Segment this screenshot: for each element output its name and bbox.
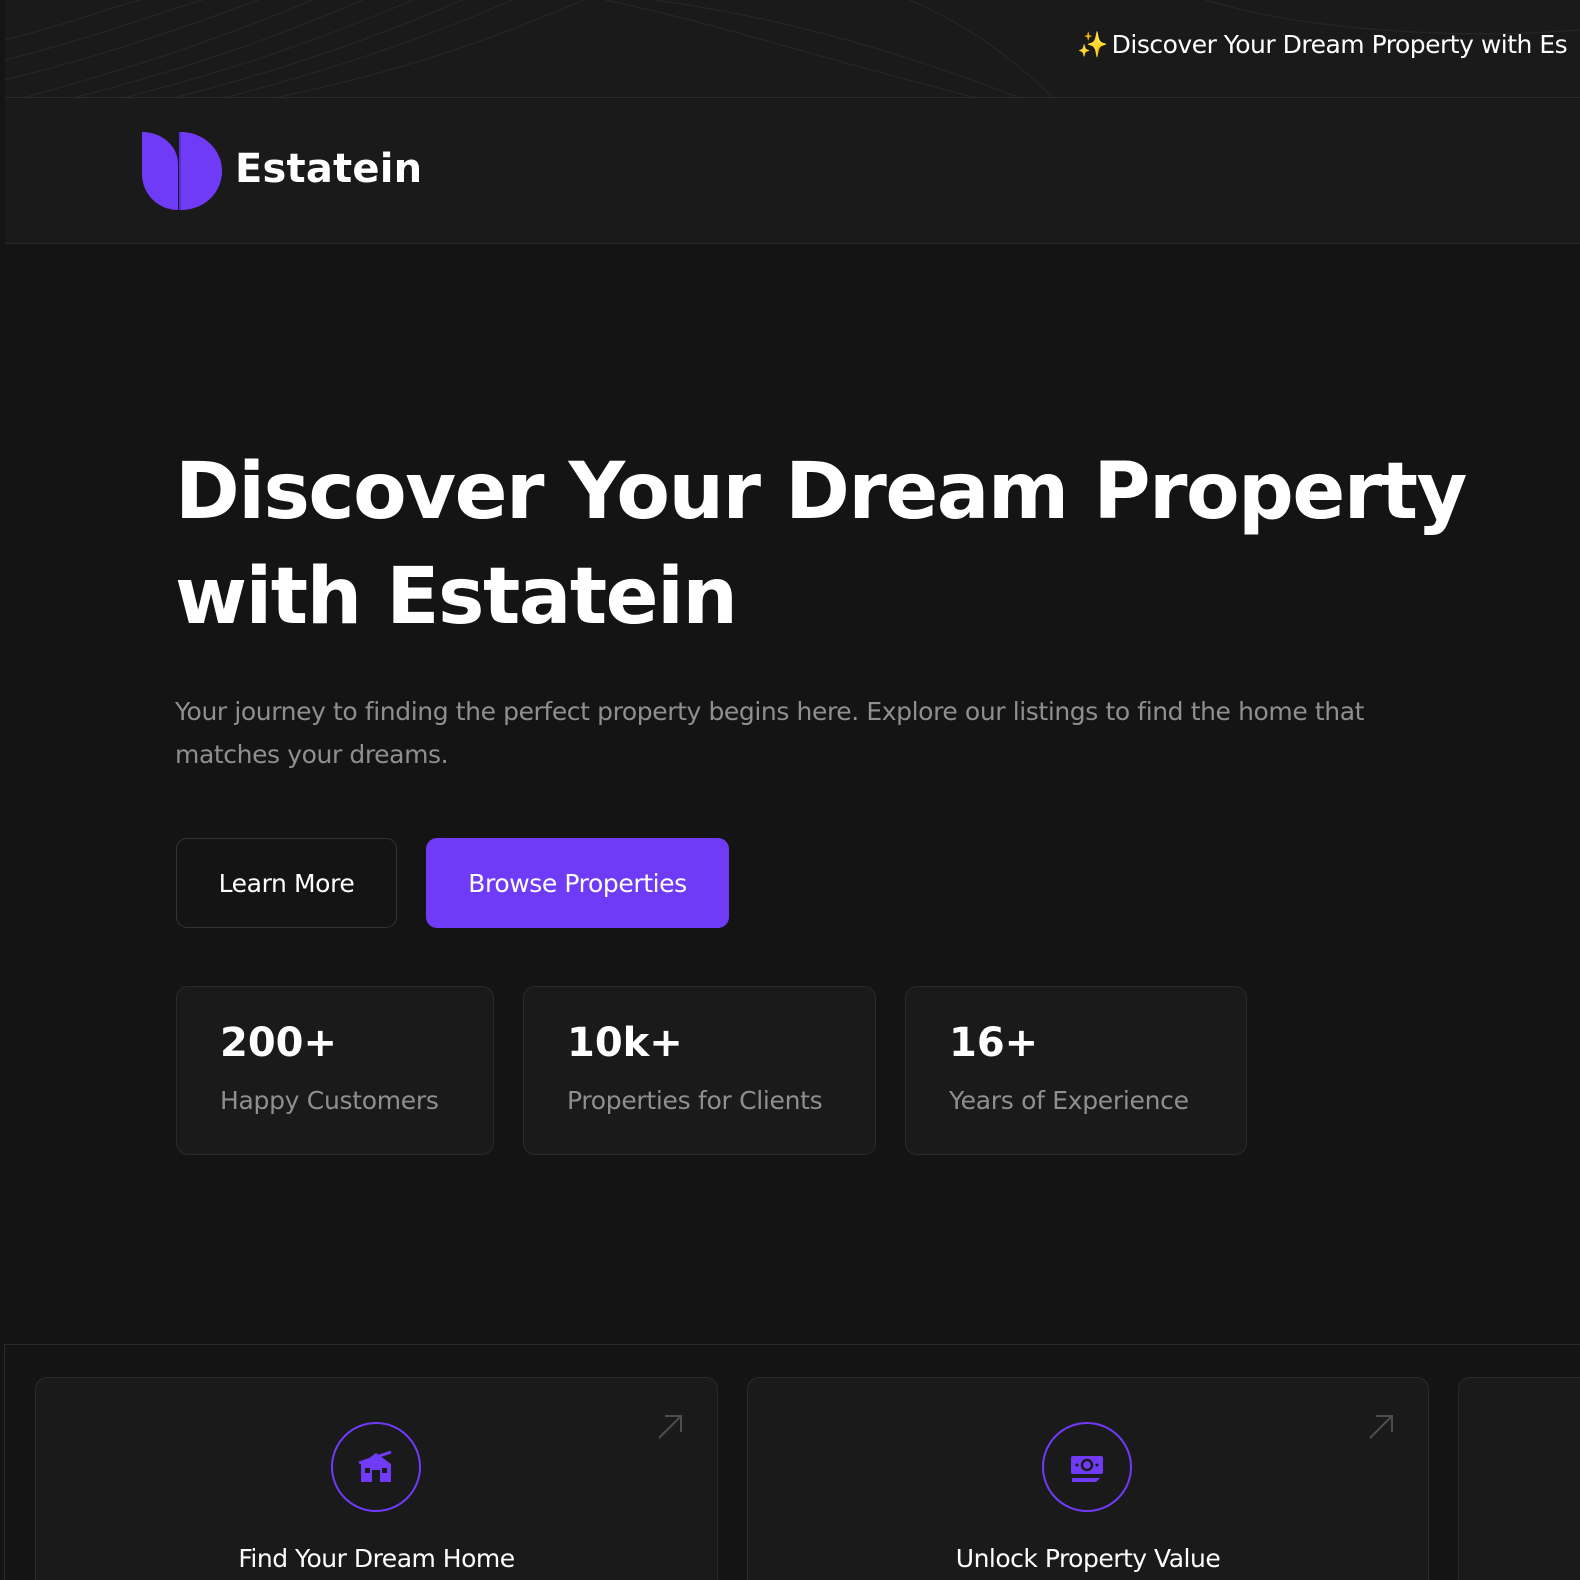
hero-title: Discover Your Dream Property with Estate…: [175, 440, 1475, 650]
page: ✨ Discover Your Dream Property with Es Es…: [0, 0, 1580, 1580]
brand-name[interactable]: Estatein: [235, 146, 422, 192]
sparkles-icon: ✨: [1077, 30, 1108, 59]
browse-properties-button[interactable]: Browse Properties: [426, 838, 729, 928]
hero-description: Your journey to finding the perfect prop…: [175, 697, 1365, 769]
stat-card: 16+ Years of Experience: [905, 986, 1247, 1155]
hero-title-line1: Discover Your Dream Property: [175, 447, 1467, 537]
site-header: Estatein: [5, 98, 1580, 244]
feature-title: Unlock Property Value: [955, 1544, 1221, 1573]
money-icon: [1071, 1456, 1103, 1482]
stat-value: 10k+: [567, 1020, 683, 1066]
arrow-up-right-icon[interactable]: [1366, 1412, 1396, 1442]
house-icon: [358, 1450, 392, 1482]
arrow-up-right-icon[interactable]: [655, 1412, 685, 1442]
stat-value: 200+: [220, 1020, 338, 1066]
announcement-banner[interactable]: ✨ Discover Your Dream Property with Es: [5, 0, 1580, 98]
stat-label: Happy Customers: [220, 1086, 439, 1115]
stat-card: 10k+ Properties for Clients: [523, 986, 876, 1155]
banner-message[interactable]: ✨ Discover Your Dream Property with Es: [1077, 30, 1568, 60]
feature-card-unlock-value[interactable]: Unlock Property Value: [747, 1377, 1429, 1580]
feature-card-find-home[interactable]: Find Your Dream Home: [35, 1377, 718, 1580]
stat-value: 16+: [949, 1020, 1039, 1066]
stat-label: Properties for Clients: [567, 1086, 823, 1115]
banner-text: Discover Your Dream Property with Es: [1111, 30, 1568, 59]
hero-title-line2: with Estatein: [175, 552, 738, 642]
feature-card-partial[interactable]: [1458, 1377, 1580, 1580]
stat-card: 200+ Happy Customers: [176, 986, 494, 1155]
learn-more-button[interactable]: Learn More: [176, 838, 397, 928]
estatein-logo-icon[interactable]: [140, 130, 222, 212]
feature-title: Find Your Dream Home: [238, 1544, 515, 1573]
stat-label: Years of Experience: [949, 1086, 1189, 1115]
feature-icon-circle: [1042, 1422, 1132, 1512]
feature-icon-circle: [331, 1422, 421, 1512]
